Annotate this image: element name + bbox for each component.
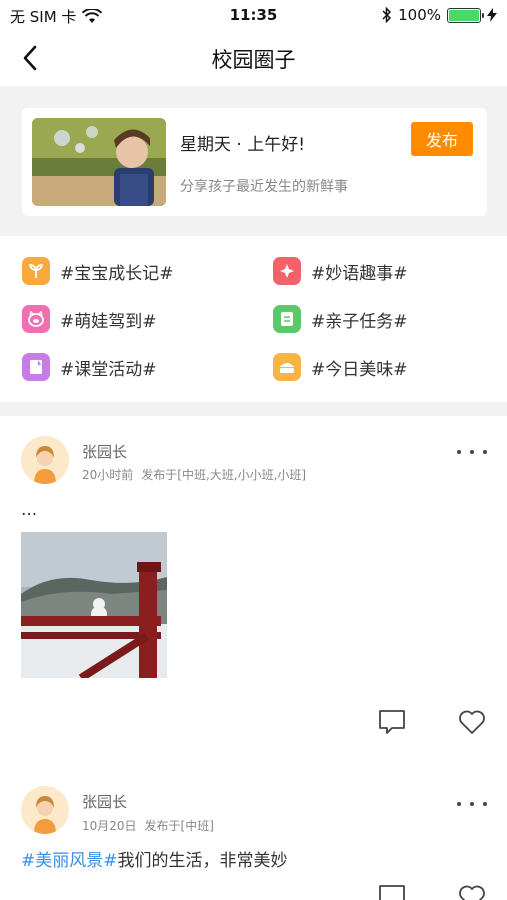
- post-meta: 10月20日 发布于[中班]: [82, 817, 214, 834]
- status-bar: 无 SIM 卡 11:35 100%: [0, 0, 507, 30]
- publish-button[interactable]: 发布: [411, 122, 473, 156]
- topic-label: #宝宝成长记#: [60, 263, 174, 284]
- post-time: 20小时前: [82, 468, 134, 482]
- topic-cute-kids[interactable]: #萌娃驾到#: [22, 305, 157, 333]
- post-audience: 发布于[中班,大班,小小班,小班]: [141, 468, 307, 482]
- more-options-icon[interactable]: [457, 446, 487, 458]
- more-options-icon[interactable]: [457, 798, 487, 810]
- topic-grid: #宝宝成长记# #妙语趣事# #萌娃驾到# #亲子任务# #课堂活动# #今日美…: [0, 236, 507, 402]
- post-feed: 张园长 20小时前 发布于[中班,大班,小小班,小班] ... 张园长 10月2…: [0, 416, 507, 900]
- status-right: 100%: [382, 6, 497, 24]
- compose-prompt: 分享孩子最近发生的新鲜事: [180, 179, 348, 195]
- topic-label: #课堂活动#: [60, 359, 157, 380]
- author-name[interactable]: 张园长: [82, 441, 127, 462]
- heart-icon: [459, 885, 485, 900]
- topic-label: #萌娃驾到#: [60, 311, 157, 332]
- notes-icon: [273, 305, 301, 333]
- post-meta: 20小时前 发布于[中班,大班,小小班,小班]: [82, 466, 306, 483]
- comment-button[interactable]: [377, 882, 407, 900]
- food-icon: [273, 353, 301, 381]
- comment-button[interactable]: [377, 707, 407, 737]
- post-body: 我们的生活，非常美妙: [117, 851, 288, 871]
- topic-label: #今日美味#: [311, 359, 408, 380]
- nav-bar: 校园圈子: [0, 30, 507, 86]
- battery-icon: [447, 7, 484, 23]
- post-time: 10月20日: [82, 819, 137, 833]
- bluetooth-icon: [382, 7, 392, 23]
- author-name[interactable]: 张园长: [82, 791, 127, 812]
- topic-label: #亲子任务#: [311, 311, 408, 332]
- topic-funny[interactable]: #妙语趣事#: [273, 257, 408, 285]
- avatar[interactable]: [21, 436, 69, 484]
- charging-icon: [487, 8, 497, 22]
- sparkle-icon: [273, 257, 301, 285]
- avatar[interactable]: [21, 786, 69, 834]
- battery-percent: 100%: [398, 6, 441, 24]
- comment-icon: [379, 885, 405, 900]
- page-title: 校园圈子: [211, 48, 296, 72]
- topic-today-food[interactable]: #今日美味#: [273, 353, 408, 381]
- post-text: ...: [21, 500, 38, 520]
- heart-icon: [459, 710, 485, 734]
- comment-icon: [379, 710, 405, 734]
- topic-growth[interactable]: #宝宝成长记#: [22, 257, 174, 285]
- feed-post: 张园长 10月20日 发布于[中班] #美丽风景#我们的生活，非常美妙: [0, 786, 507, 900]
- greeting-text: 星期天 · 上午好!: [180, 135, 306, 155]
- post-audience: 发布于[中班]: [144, 819, 214, 833]
- topic-label: #妙语趣事#: [311, 263, 408, 284]
- like-button[interactable]: [457, 882, 487, 900]
- post-hashtag[interactable]: #美丽风景#: [21, 851, 118, 871]
- like-button[interactable]: [457, 707, 487, 737]
- book-icon: [22, 353, 50, 381]
- post-text: #美丽风景#我们的生活，非常美妙: [21, 846, 288, 871]
- topic-family-task[interactable]: #亲子任务#: [273, 305, 408, 333]
- post-photo[interactable]: [21, 532, 167, 678]
- pig-icon: [22, 305, 50, 333]
- compose-thumbnail: [32, 118, 166, 206]
- feed-post: 张园长 20小时前 发布于[中班,大班,小小班,小班] ...: [0, 416, 507, 776]
- sprout-icon: [22, 257, 50, 285]
- compose-card[interactable]: 星期天 · 上午好! 分享孩子最近发生的新鲜事 发布: [22, 108, 487, 216]
- topic-class-activity[interactable]: #课堂活动#: [22, 353, 157, 381]
